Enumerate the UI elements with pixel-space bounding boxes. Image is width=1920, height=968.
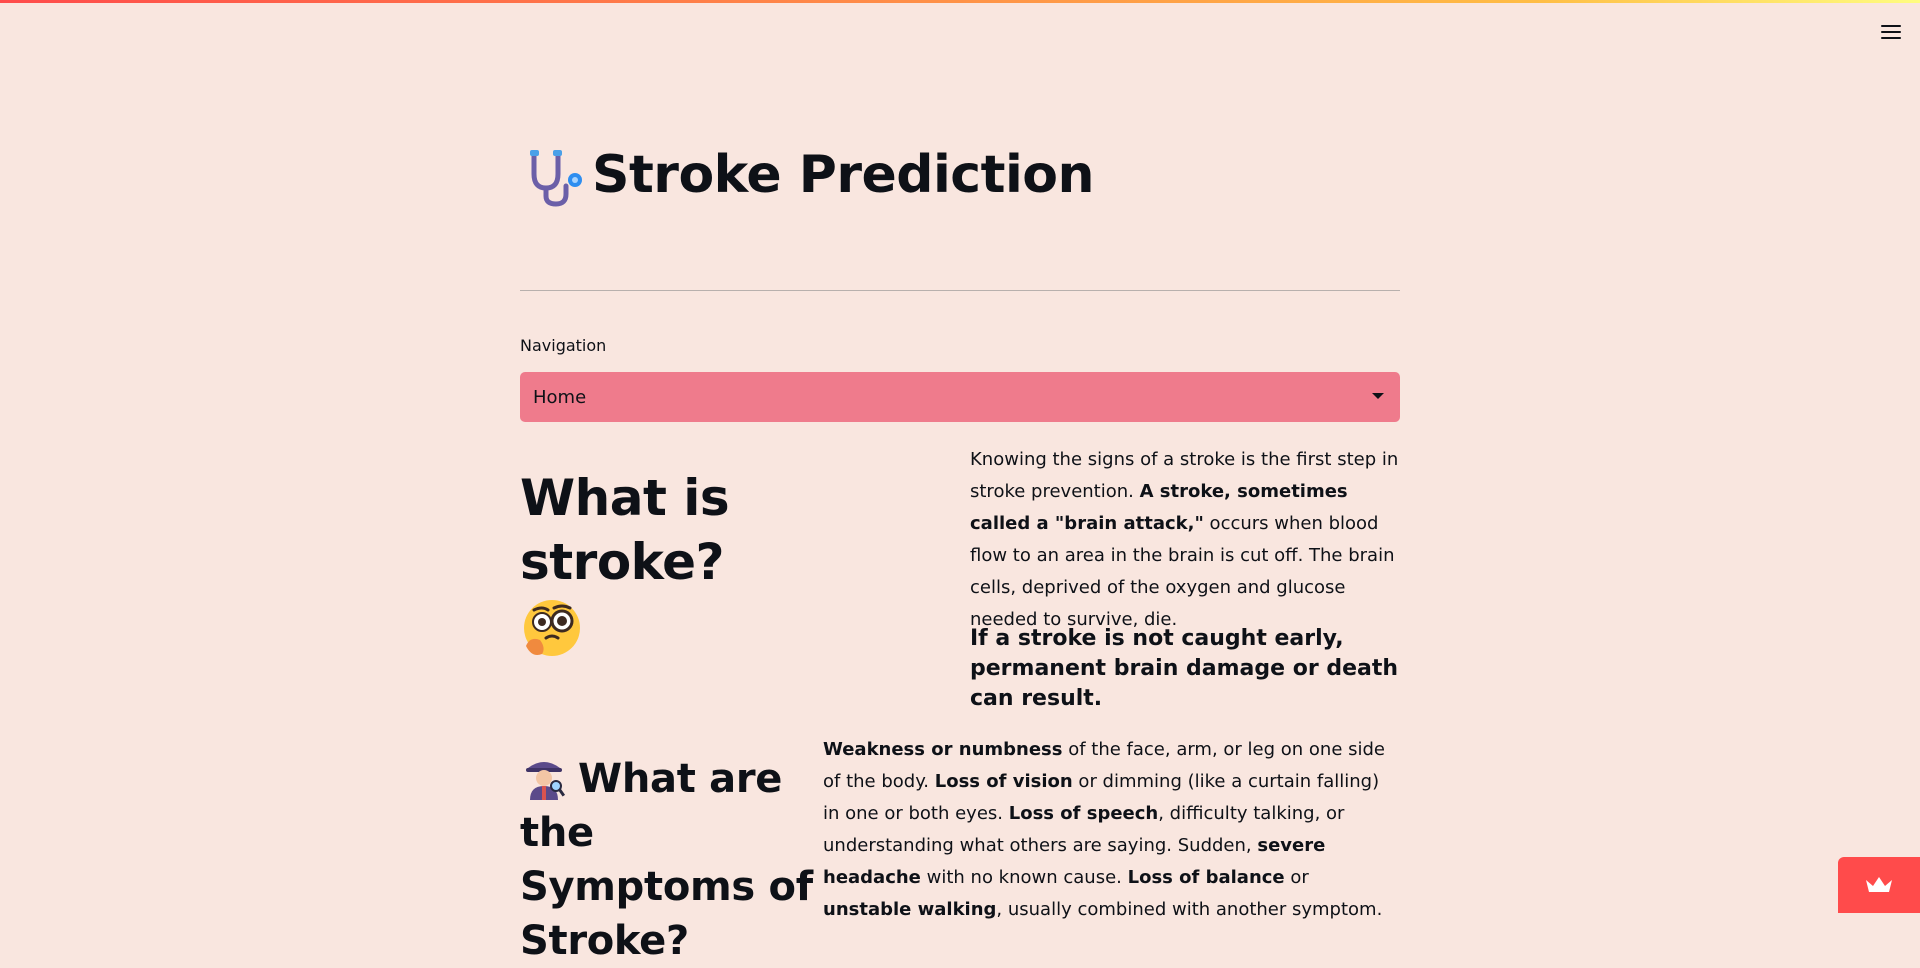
chevron-down-icon: [1372, 393, 1384, 399]
symptoms-description: Weakness or numbness of the face, arm, o…: [823, 734, 1400, 926]
stethoscope-icon: [530, 150, 582, 207]
symptom-bold-2: Loss of vision: [934, 771, 1073, 792]
stroke-warning: If a stroke is not caught early, permane…: [970, 626, 1399, 711]
hosted-badge[interactable]: [1838, 857, 1920, 913]
what-is-stroke-heading-text: What is stroke?: [520, 469, 730, 591]
symptoms-heading: What are the Symptoms of Stroke?: [520, 752, 820, 968]
title-row: Stroke Prediction: [520, 140, 1095, 210]
face-with-monocle-icon: [524, 600, 580, 656]
main-menu-button[interactable]: [1869, 14, 1913, 50]
detective-icon: [526, 762, 566, 800]
symptom-bold-1: Weakness or numbness: [823, 739, 1063, 760]
hamburger-menu-icon: [1881, 25, 1901, 39]
what-is-stroke-heading: What is stroke?: [520, 466, 920, 660]
symptom-text-6: , usually combined with another symptom.: [996, 899, 1383, 920]
navigation-select[interactable]: Home: [520, 372, 1400, 422]
divider: [520, 290, 1400, 291]
stroke-description: Knowing the signs of a stroke is the fir…: [970, 444, 1400, 636]
symptom-text-4: with no known cause.: [920, 867, 1128, 888]
symptom-text-5: or: [1284, 867, 1309, 888]
navigation-label: Navigation: [520, 336, 607, 355]
symptom-bold-6: unstable walking: [823, 899, 997, 920]
page-title: Stroke Prediction: [592, 145, 1095, 205]
crown-icon: [1866, 877, 1892, 892]
header-decoration-bar: [0, 0, 1920, 3]
symptom-bold-3: Loss of speech: [1008, 803, 1159, 824]
navigation-selected-value: Home: [533, 386, 587, 408]
symptom-bold-5: Loss of balance: [1127, 867, 1285, 888]
